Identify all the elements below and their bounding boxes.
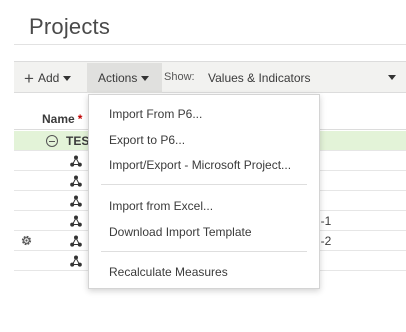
- menu-item-import-from-excel[interactable]: Import from Excel...: [89, 195, 319, 217]
- menu-divider: [101, 251, 307, 252]
- project-icon: [70, 255, 82, 267]
- row-cell: j-2: [318, 234, 332, 248]
- title-divider: [14, 44, 406, 45]
- menu-item-import-from-p6[interactable]: Import From P6...: [89, 103, 319, 125]
- project-icon: [70, 235, 82, 247]
- collapse-icon[interactable]: [46, 135, 58, 147]
- chevron-down-icon: [63, 75, 72, 81]
- menu-item-download-import-template[interactable]: Download Import Template: [89, 221, 319, 243]
- group-label: TES: [66, 134, 90, 148]
- row-cell: j-1: [318, 214, 332, 228]
- actions-button-label: Actions: [98, 71, 138, 85]
- plus-icon: +: [24, 68, 34, 88]
- column-header-name[interactable]: Name *: [42, 112, 82, 126]
- show-select[interactable]: Values & Indicators: [208, 69, 398, 87]
- project-icon: [70, 195, 82, 207]
- gear-icon[interactable]: [20, 234, 33, 247]
- chevron-down-icon: [388, 75, 396, 80]
- required-marker: *: [77, 112, 83, 126]
- actions-button[interactable]: Actions: [87, 63, 162, 93]
- chevron-down-icon: [141, 75, 150, 81]
- project-icon: [70, 175, 82, 187]
- project-icon: [70, 155, 82, 167]
- add-button[interactable]: + Add: [24, 68, 72, 88]
- menu-item-import-export-ms-project[interactable]: Import/Export - Microsoft Project...: [89, 154, 319, 176]
- menu-item-recalculate-measures[interactable]: Recalculate Measures: [89, 261, 319, 283]
- add-button-label: Add: [37, 71, 60, 85]
- menu-divider: [101, 184, 307, 185]
- toolbar: + Add Actions Show: Values & Indicators: [14, 61, 406, 93]
- project-icon: [70, 215, 82, 227]
- actions-menu: Import From P6... Export to P6... Import…: [88, 94, 320, 289]
- show-label: Show:: [164, 71, 195, 83]
- show-select-value: Values & Indicators: [208, 71, 311, 85]
- menu-item-export-to-p6[interactable]: Export to P6...: [89, 129, 319, 151]
- page-title: Projects: [29, 14, 111, 39]
